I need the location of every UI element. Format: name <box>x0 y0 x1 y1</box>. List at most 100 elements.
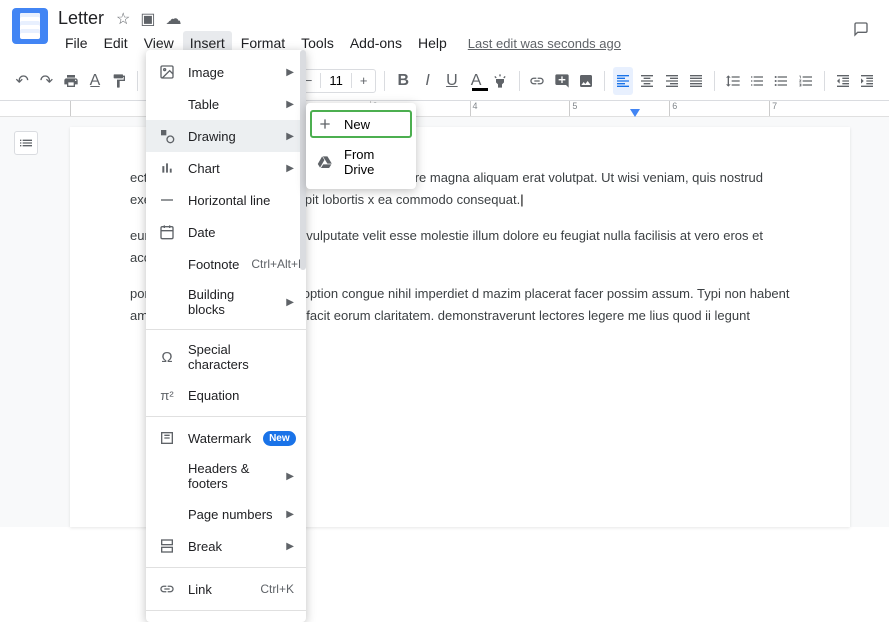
menu-label: Building blocks <box>188 287 274 317</box>
indent-decrease-button[interactable] <box>833 67 853 95</box>
insert-image[interactable]: Image ▶ <box>146 56 306 88</box>
submenu-arrow-icon: ▶ <box>286 471 294 482</box>
comments-icon[interactable] <box>853 20 869 43</box>
bullet-list-button[interactable] <box>771 67 791 95</box>
plus-icon <box>316 115 334 133</box>
insert-menu-dropdown: Image▶Table▶Drawing▶Chart▶Horizontal lin… <box>146 50 306 622</box>
drive-icon <box>316 153 334 171</box>
hr-icon <box>158 191 176 209</box>
shortcut-label: Ctrl+K <box>260 582 294 596</box>
omega-icon: Ω <box>158 348 176 366</box>
text-color-button[interactable]: A <box>466 67 486 95</box>
align-center-button[interactable] <box>637 67 657 95</box>
insert-break[interactable]: Break ▶ <box>146 530 306 562</box>
indent-increase-button[interactable] <box>857 67 877 95</box>
ruler-tick: 6 <box>669 101 769 116</box>
italic-button[interactable]: I <box>417 67 437 95</box>
menu-file[interactable]: File <box>58 31 95 55</box>
insert-special-characters[interactable]: Ω Special characters <box>146 335 306 379</box>
menu-label: Headers & footers <box>188 461 274 491</box>
ruler-tick: 5 <box>569 101 669 116</box>
submenu-arrow-icon: ▶ <box>286 67 294 78</box>
insert-equation[interactable]: π² Equation <box>146 379 306 411</box>
insert-footnote[interactable]: Footnote Ctrl+Alt+F <box>146 248 306 280</box>
menu-help[interactable]: Help <box>411 31 454 55</box>
insert-horizontal-line[interactable]: Horizontal line <box>146 184 306 216</box>
bold-button[interactable]: B <box>393 67 413 95</box>
font-size-control[interactable]: − 11 + <box>296 69 377 93</box>
menu-label: Equation <box>188 388 294 403</box>
cloud-icon[interactable]: ☁ <box>166 9 182 29</box>
menu-label: Image <box>188 65 274 80</box>
watermark-icon <box>158 429 176 447</box>
docs-logo[interactable] <box>12 8 48 44</box>
insert-link[interactable]: Link Ctrl+K <box>146 573 306 605</box>
toolbar: ↶ ↷ A̲ ▼ − 11 + B I U A <box>0 61 889 101</box>
menu-label: Date <box>188 225 294 240</box>
numbered-list-button[interactable] <box>796 67 816 95</box>
ruler-tick: 4 <box>470 101 570 116</box>
submenu-arrow-icon: ▶ <box>286 99 294 110</box>
insert-drawing[interactable]: Drawing ▶ <box>146 120 306 152</box>
insert-chart[interactable]: Chart ▶ <box>146 152 306 184</box>
font-size-value[interactable]: 11 <box>320 73 352 88</box>
menu-label: Watermark <box>188 431 251 446</box>
menu-label: Special characters <box>188 342 294 372</box>
menu-label: Horizontal line <box>188 193 294 208</box>
paint-format-button[interactable] <box>109 67 129 95</box>
insert-link-button[interactable] <box>527 67 547 95</box>
submenu-arrow-icon: ▶ <box>286 297 294 308</box>
break-icon <box>158 537 176 555</box>
redo-button[interactable]: ↷ <box>36 67 56 95</box>
shortcut-label: Ctrl+Alt+F <box>251 257 305 271</box>
align-right-button[interactable] <box>661 67 681 95</box>
submenu-arrow-icon: ▶ <box>286 131 294 142</box>
highlight-button[interactable] <box>490 67 510 95</box>
new-badge: New <box>263 431 296 446</box>
submenu-arrow-icon: ▶ <box>286 163 294 174</box>
ruler[interactable]: 1234567 <box>0 101 889 117</box>
link-icon <box>158 580 176 598</box>
underline-button[interactable]: U <box>442 67 462 95</box>
align-justify-button[interactable] <box>686 67 706 95</box>
drawing-from-drive[interactable]: From Drive <box>306 140 416 184</box>
date-icon <box>158 223 176 241</box>
pi-icon: π² <box>158 386 176 404</box>
ruler-indent-marker[interactable] <box>630 109 640 117</box>
insert-building-blocks[interactable]: Building blocks ▶ <box>146 280 306 324</box>
insert-table[interactable]: Table▶ <box>146 88 306 120</box>
print-button[interactable] <box>61 67 81 95</box>
menu-label: Footnote <box>188 257 239 272</box>
drawing-new[interactable]: New <box>310 110 412 138</box>
last-edit-link[interactable]: Last edit was seconds ago <box>468 36 621 51</box>
menu-add-ons[interactable]: Add-ons <box>343 31 409 55</box>
menu-label: Page numbers <box>188 507 274 522</box>
align-left-button[interactable] <box>613 67 633 95</box>
undo-button[interactable]: ↶ <box>12 67 32 95</box>
submenu-label: From Drive <box>344 147 406 177</box>
submenu-arrow-icon: ▶ <box>286 509 294 520</box>
spellcheck-button[interactable]: A̲ <box>85 67 105 95</box>
font-size-plus[interactable]: + <box>352 73 376 88</box>
line-spacing-button[interactable] <box>723 67 743 95</box>
ruler-tick: 7 <box>769 101 869 116</box>
menu-label: Link <box>188 582 248 597</box>
insert-watermark[interactable]: Watermark New <box>146 422 306 454</box>
outline-toggle-icon[interactable] <box>14 131 38 155</box>
insert-headers-footers[interactable]: Headers & footers ▶ <box>146 454 306 498</box>
doc-title[interactable]: Letter <box>58 8 104 29</box>
menu-label: Chart <box>188 161 274 176</box>
chart-icon <box>158 159 176 177</box>
insert-page-numbers[interactable]: Page numbers ▶ <box>146 498 306 530</box>
insert-image-button[interactable] <box>576 67 596 95</box>
insert-date[interactable]: Date <box>146 216 306 248</box>
menu-label: Break <box>188 539 274 554</box>
submenu-arrow-icon: ▶ <box>286 541 294 552</box>
menu-edit[interactable]: Edit <box>97 31 135 55</box>
drawing-submenu: New From Drive <box>306 103 416 189</box>
star-icon[interactable]: ☆ <box>116 9 130 29</box>
move-icon[interactable]: ▣ <box>140 9 155 29</box>
add-comment-button[interactable] <box>552 67 572 95</box>
checklist-button[interactable] <box>747 67 767 95</box>
menu-label: Drawing <box>188 129 274 144</box>
